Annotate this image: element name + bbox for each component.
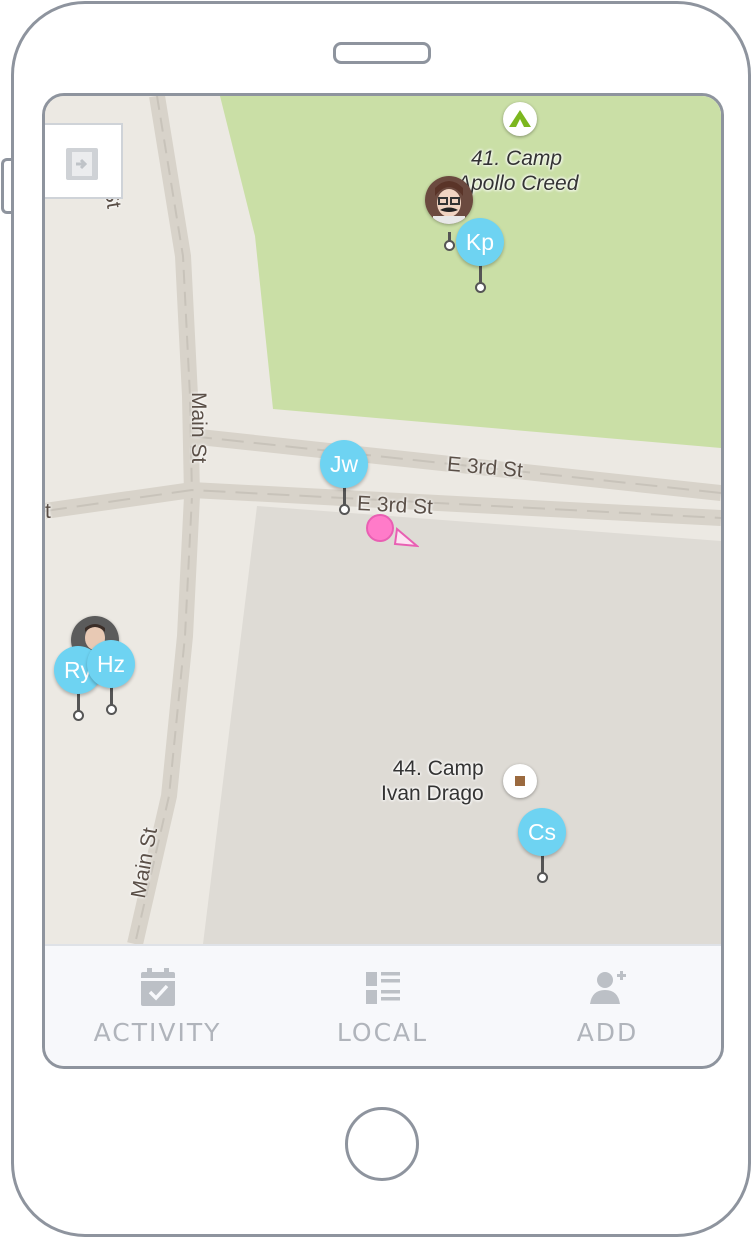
marker-jw-initials: Jw: [320, 440, 368, 488]
marker-cs-initials: Cs: [518, 808, 566, 856]
city-block: [203, 506, 721, 944]
marker-foot: [73, 710, 84, 721]
tab-activity-label: ACTIVITY: [93, 1018, 222, 1047]
marker-foot: [339, 504, 350, 515]
marker-foot: [537, 872, 548, 883]
tab-local[interactable]: LOCAL: [270, 946, 495, 1066]
heading-arrow-icon: [393, 527, 419, 548]
camp-41-line2: Apollo Creed: [457, 172, 579, 195]
camp-44-icon[interactable]: [503, 764, 537, 798]
arrow-right-icon: [76, 158, 88, 170]
camp-41-line1: 41. Camp: [471, 147, 563, 170]
tab-local-label: LOCAL: [336, 1018, 429, 1047]
tab-add-label: ADD: [576, 1018, 639, 1047]
street-label-main-st-mid: Main St: [187, 392, 210, 464]
phone-speaker: [333, 42, 431, 64]
tab-add[interactable]: ADD: [495, 946, 720, 1066]
tent-icon: [509, 110, 531, 127]
marker-foot: [475, 282, 486, 293]
exit-panel-icon: [66, 148, 98, 180]
camp-44-label[interactable]: 44. Camp Ivan Drago: [381, 756, 484, 806]
list-icon: [366, 972, 400, 1004]
camp-41-label[interactable]: 41. Camp Apollo Creed: [457, 146, 578, 196]
street-label-cut-off: t: [45, 500, 51, 523]
app-screen: Main St Main St Main St E 3rd St E 3rd S…: [42, 93, 724, 1069]
tab-activity[interactable]: ACTIVITY: [45, 946, 270, 1066]
marker-hz[interactable]: Hz: [87, 640, 137, 718]
collapse-panel-button[interactable]: [45, 123, 123, 199]
map-view[interactable]: Main St Main St Main St E 3rd St E 3rd S…: [45, 96, 721, 944]
marker-kp[interactable]: Kp: [456, 218, 506, 296]
calendar-check-icon: [141, 968, 175, 1006]
bottom-tab-bar: ACTIVITY LOCAL ADD: [45, 944, 721, 1066]
current-location-dot: [366, 514, 394, 542]
marker-kp-initials: Kp: [456, 218, 504, 266]
add-user-icon: [590, 971, 626, 1004]
marker-cs[interactable]: Cs: [518, 808, 568, 886]
camp-44-line1: 44. Camp: [392, 757, 484, 780]
marker-foot: [106, 704, 117, 715]
marker-jw[interactable]: Jw: [320, 440, 370, 518]
marker-foot: [444, 240, 455, 251]
camp-44-line2: Ivan Drago: [381, 782, 484, 805]
home-button[interactable]: [345, 1107, 419, 1181]
camp-41-icon[interactable]: [503, 102, 537, 136]
marker-hz-initials: Hz: [87, 640, 135, 688]
square-marker-icon: [515, 776, 525, 786]
